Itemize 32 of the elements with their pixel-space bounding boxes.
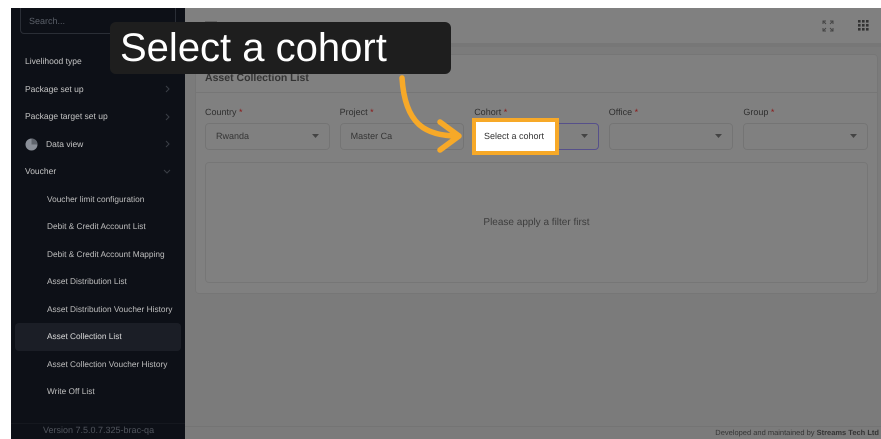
sidebar-item[interactable]: Asset Distribution List: [15, 268, 181, 296]
field-label: Project *: [340, 106, 374, 119]
sidebar-item[interactable]: Write Off List: [15, 378, 181, 406]
caret-down-icon: [850, 134, 857, 138]
sidebar-item[interactable]: Debit & Credit Account List: [15, 213, 181, 240]
sidebar-item[interactable]: Asset Collection List: [15, 323, 181, 350]
field-label: Group *: [743, 106, 774, 119]
sidebar-item[interactable]: Voucher: [11, 158, 185, 186]
field-label: Cohort *: [474, 106, 508, 119]
caret-down-icon: [312, 134, 319, 138]
field-label: Office *: [608, 106, 638, 119]
sidebar-item[interactable]: Voucher limit configuration: [15, 186, 181, 213]
sidebar-item[interactable]: Debit & Credit Account Mapping: [15, 240, 181, 268]
empty-state-panel: Please apply a filter first: [205, 162, 868, 283]
caret-down-icon: [715, 134, 722, 138]
sidebar-item[interactable]: Data view: [11, 130, 185, 158]
caret-down-icon: [580, 134, 588, 138]
chevron-right-icon: [165, 112, 171, 121]
fullscreen-icon[interactable]: [822, 20, 834, 32]
select-cohort-tooltip: Select a cohort: [110, 22, 451, 74]
pie-chart-icon: [25, 138, 38, 151]
sidebar-item[interactable]: Package set up: [11, 76, 185, 103]
chevron-right-icon: [165, 140, 171, 148]
sidebar-item[interactable]: Package target set up: [11, 103, 185, 130]
field-label: Country *: [205, 106, 243, 119]
chevron-down-icon: [163, 168, 171, 175]
version-text: Version 7.5.0.7.325-brac-qa: [11, 422, 185, 439]
chevron-right-icon: [165, 85, 171, 94]
sidebar-item[interactable]: Asset Collection Voucher History: [15, 350, 181, 378]
cohort-hint-tooltip: Select a cohort: [472, 118, 559, 155]
sidebar-item[interactable]: Asset Distribution Voucher History: [15, 296, 181, 323]
apps-grid-icon[interactable]: [858, 20, 869, 31]
